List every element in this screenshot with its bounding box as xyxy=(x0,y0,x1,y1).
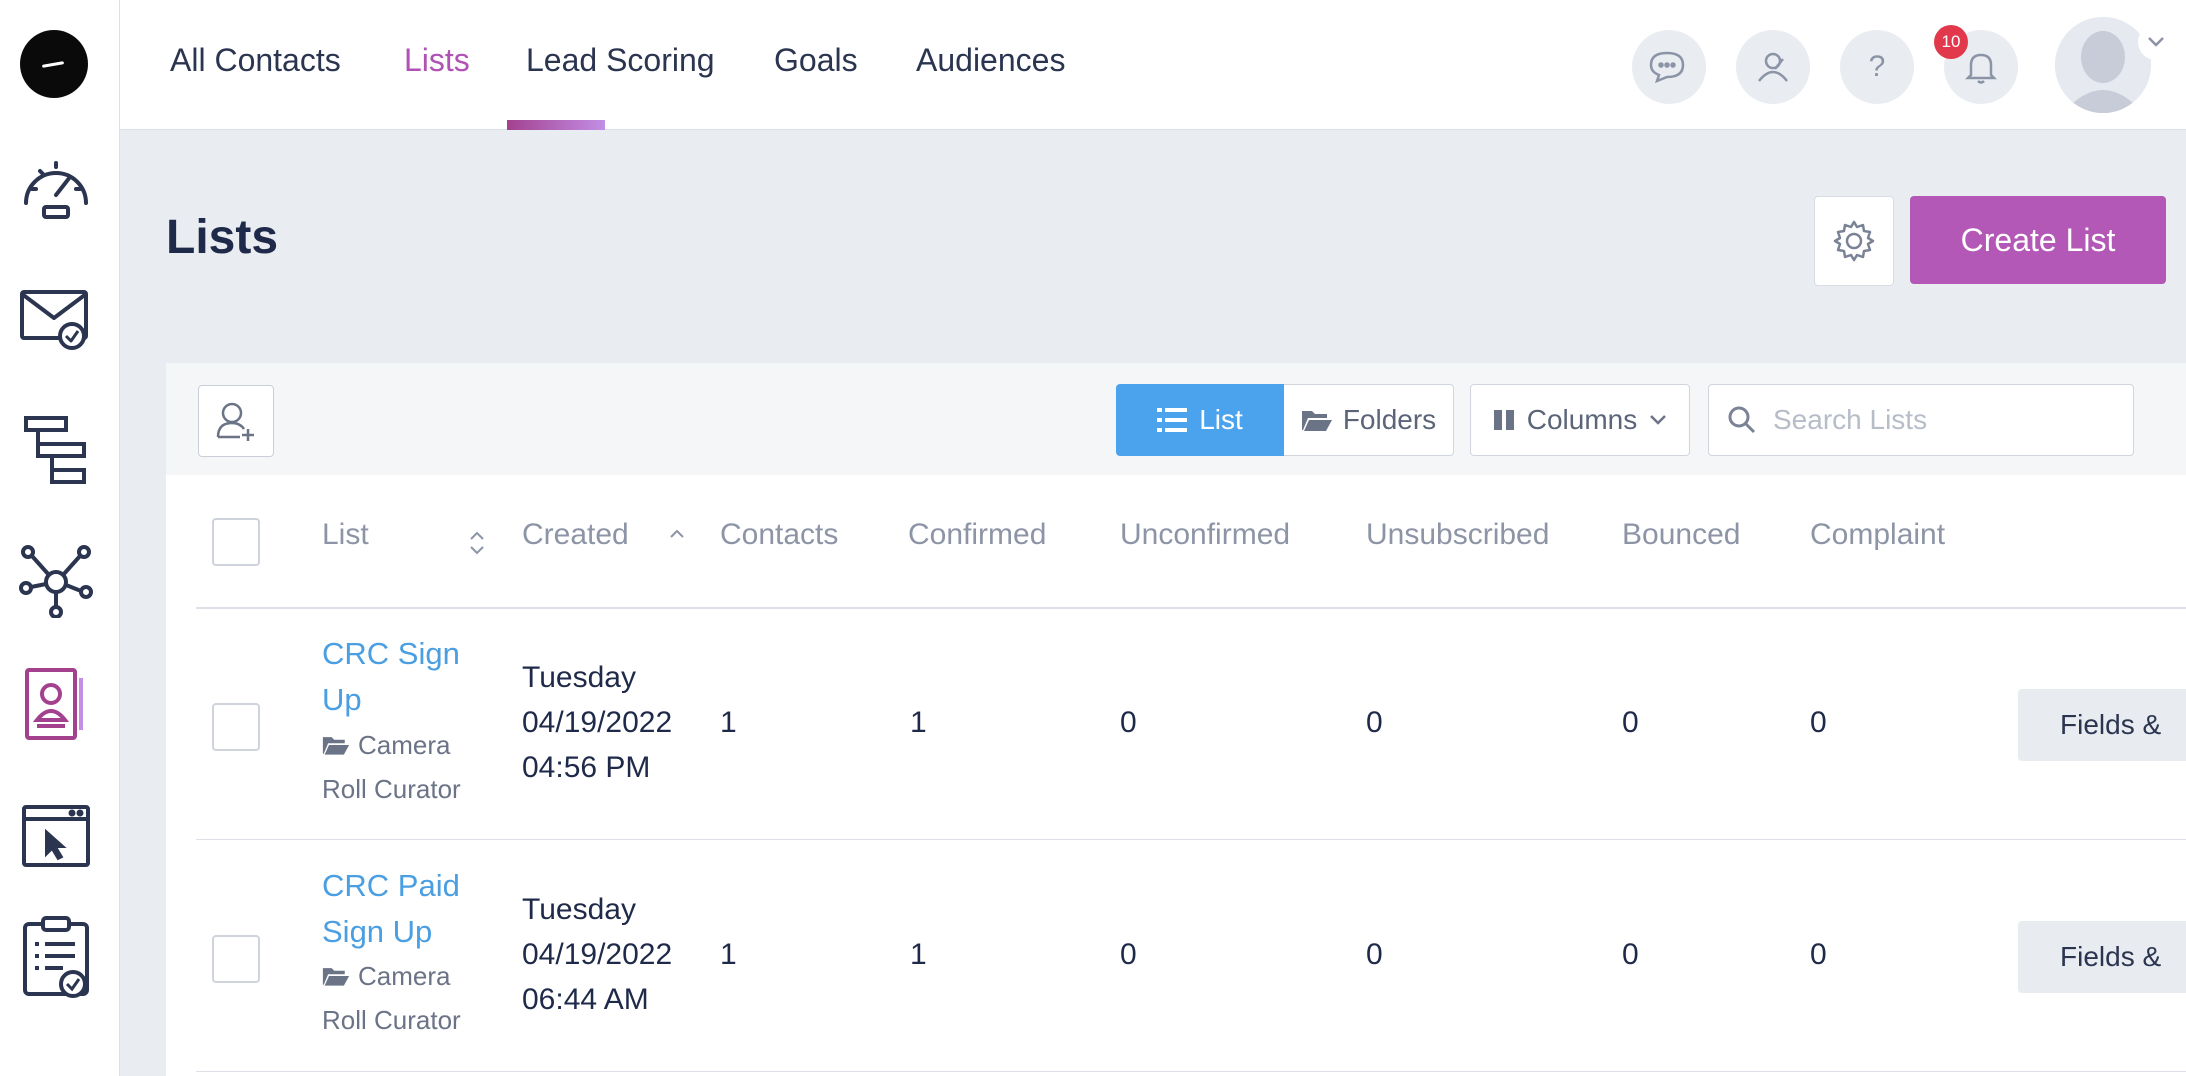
active-tab-indicator xyxy=(507,120,605,130)
logo-icon[interactable] xyxy=(20,30,88,98)
row-checkbox[interactable] xyxy=(212,935,260,983)
reports-icon[interactable] xyxy=(16,916,96,998)
column-header-unconfirmed[interactable]: Unconfirmed xyxy=(1120,518,1290,552)
created-date: Tuesday 04/19/2022 04:56 PM xyxy=(522,661,673,784)
lists-panel: List Folders Columns List Created Conta xyxy=(166,363,2186,1076)
column-header-bounced[interactable]: Bounced xyxy=(1622,518,1740,552)
help-button[interactable]: ? xyxy=(1840,30,1914,104)
support-icon xyxy=(1758,52,1788,82)
tab-lead-scoring[interactable]: Lead Scoring xyxy=(526,42,715,130)
view-folders-toggle[interactable]: Folders xyxy=(1284,384,1454,456)
column-header-list[interactable]: List xyxy=(322,518,369,552)
complaint-count: 0 xyxy=(1810,706,1827,739)
page-title: Lists xyxy=(166,211,279,264)
sidebar xyxy=(0,0,120,1076)
view-list-toggle[interactable]: List xyxy=(1116,384,1284,456)
confirmed-count: 1 xyxy=(910,706,927,739)
fields-button[interactable]: Fields & xyxy=(2018,921,2186,993)
unconfirmed-count: 0 xyxy=(1120,938,1137,971)
contacts-count: 1 xyxy=(720,938,737,971)
add-user-icon xyxy=(216,402,254,441)
select-all-checkbox[interactable] xyxy=(212,518,260,566)
bounced-count: 0 xyxy=(1622,938,1639,971)
row-divider xyxy=(196,1071,2186,1072)
folder-icon xyxy=(322,737,350,755)
notification-badge: 10 xyxy=(1934,25,1968,59)
bounced-count: 0 xyxy=(1622,706,1639,739)
row-checkbox[interactable] xyxy=(212,703,260,751)
folder-icon xyxy=(322,968,350,986)
sort-ascending-icon[interactable] xyxy=(668,527,686,541)
dashboard-icon[interactable] xyxy=(16,150,96,230)
chevron-down-icon xyxy=(2148,37,2164,47)
column-header-complaint[interactable]: Complaint xyxy=(1810,518,1945,552)
contacts-count: 1 xyxy=(720,706,737,739)
unconfirmed-count: 0 xyxy=(1120,706,1137,739)
integrations-icon[interactable] xyxy=(16,540,96,620)
create-list-button[interactable]: Create List xyxy=(1910,196,2166,284)
view-folders-label: Folders xyxy=(1342,404,1437,435)
chevron-down-icon xyxy=(1650,415,1667,425)
list-folder: Camera Roll Curator xyxy=(322,730,461,804)
list-icon xyxy=(1157,408,1188,432)
search-box xyxy=(1708,384,2134,456)
list-folder: Camera Roll Curator xyxy=(322,961,461,1035)
folder-open-icon xyxy=(1301,411,1332,431)
avatar[interactable] xyxy=(2055,17,2151,113)
column-header-created[interactable]: Created xyxy=(522,518,629,552)
unsubscribed-count: 0 xyxy=(1366,938,1383,971)
tab-all-contacts[interactable]: All Contacts xyxy=(170,42,341,130)
automations-icon[interactable] xyxy=(16,410,96,490)
account-menu-button[interactable] xyxy=(2138,24,2174,60)
complaint-count: 0 xyxy=(1810,938,1827,971)
search-icon xyxy=(1728,406,1756,434)
created-date: Tuesday 04/19/2022 06:44 AM xyxy=(522,893,673,1016)
view-list-label: List xyxy=(1199,404,1243,435)
chat-button[interactable] xyxy=(1632,30,1706,104)
contacts-icon[interactable] xyxy=(16,664,96,744)
support-button[interactable] xyxy=(1736,30,1810,104)
sort-icon[interactable] xyxy=(468,529,486,557)
tab-goals[interactable]: Goals xyxy=(774,42,858,130)
list-name-link[interactable]: CRC Sign Up xyxy=(322,631,482,723)
search-input[interactable] xyxy=(1773,404,2113,436)
chat-icon xyxy=(1649,51,1685,84)
settings-button[interactable] xyxy=(1814,196,1894,286)
columns-dropdown[interactable]: Columns xyxy=(1470,384,1690,456)
site-tracking-icon[interactable] xyxy=(16,796,96,876)
fields-button[interactable]: Fields & xyxy=(2018,689,2186,761)
header-divider xyxy=(196,607,2186,609)
confirmed-count: 1 xyxy=(910,938,927,971)
tab-lists[interactable]: Lists xyxy=(404,42,470,130)
column-header-unsubscribed[interactable]: Unsubscribed xyxy=(1366,518,1549,552)
bell-icon xyxy=(1965,53,1997,84)
row-divider xyxy=(196,839,2186,840)
column-header-contacts[interactable]: Contacts xyxy=(720,518,838,552)
columns-label: Columns xyxy=(1526,404,1638,435)
columns-icon xyxy=(1493,410,1514,430)
add-contact-button[interactable] xyxy=(198,385,274,457)
column-header-confirmed[interactable]: Confirmed xyxy=(908,518,1046,552)
unsubscribed-count: 0 xyxy=(1366,706,1383,739)
tab-audiences[interactable]: Audiences xyxy=(916,42,1065,130)
campaigns-icon[interactable] xyxy=(16,280,96,360)
table-toolbar: List Folders Columns xyxy=(166,363,2186,475)
gear-icon xyxy=(1833,220,1875,262)
list-name-link[interactable]: CRC Paid Sign Up xyxy=(322,863,482,955)
top-nav: All Contacts Lists Lead Scoring Goals Au… xyxy=(120,0,2186,130)
